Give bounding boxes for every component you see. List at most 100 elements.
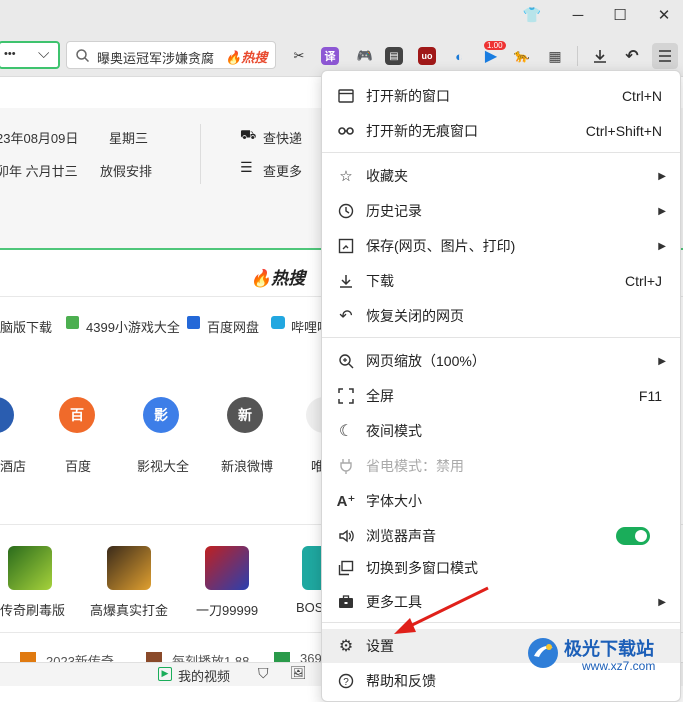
chevron-down-icon[interactable]: ⌵	[38, 45, 49, 62]
game-thumbnail[interactable]	[8, 546, 52, 590]
hot-search-heading[interactable]: 🔥热搜	[250, 264, 305, 289]
date-text: 23年08月09日	[0, 131, 79, 146]
minimize-button[interactable]: ─	[555, 0, 601, 30]
watermark-url: www.xz7.com	[582, 659, 656, 673]
app-label: 酒店	[0, 459, 27, 474]
browser-ext-icon[interactable]: ◐	[448, 45, 470, 67]
menu-item-new-window[interactable]: 打开新的窗口 Ctrl+N	[322, 79, 680, 113]
sound-toggle[interactable]	[616, 527, 650, 545]
menu-item-browser-sound[interactable]: 浏览器声音	[322, 519, 680, 553]
menu-item-power-save[interactable]: 省电模式：禁用	[322, 449, 680, 483]
game-icon[interactable]: 🎮	[354, 45, 376, 67]
weekday-text: 星期三	[109, 131, 149, 146]
hot-search-label: 🔥热搜	[225, 47, 267, 66]
game-label[interactable]: 一刀99999	[196, 600, 258, 619]
app-label: 百度	[65, 459, 92, 474]
express-icon: ⛟	[240, 127, 257, 142]
menu-item-label: 恢复关闭的网页	[366, 308, 464, 324]
search-icon	[76, 49, 89, 62]
menu-item-label: 打开新的无痕窗口	[366, 123, 478, 139]
menu-item-label: 省电模式：禁用	[366, 458, 464, 474]
submenu-arrow-icon: ▶	[658, 240, 666, 252]
menu-item-history[interactable]: 历史记录 ▶	[322, 194, 680, 228]
bilibili-icon	[271, 316, 285, 329]
game-thumbnail[interactable]	[107, 546, 151, 590]
menu-item-incognito[interactable]: 打开新的无痕窗口 Ctrl+Shift+N	[322, 114, 680, 148]
svg-text:?: ?	[343, 677, 349, 688]
download-icon[interactable]	[589, 45, 611, 67]
address-bar[interactable]: ••• ⌵	[0, 41, 60, 69]
moon-icon: ☾	[338, 423, 354, 440]
undo-icon[interactable]: ↶	[621, 45, 643, 67]
watermark-logo	[528, 638, 558, 668]
express-link[interactable]: 查快递	[263, 128, 302, 147]
address-dots: •••	[4, 48, 16, 60]
menu-item-label: 网页缩放（100%）	[366, 353, 486, 369]
app-icon[interactable]	[0, 397, 14, 433]
more-link[interactable]: 查更多	[263, 161, 302, 180]
menu-item-label: 全屏	[366, 388, 394, 404]
multi-window-icon	[337, 559, 355, 577]
reader-icon[interactable]: ▤	[385, 47, 403, 65]
menu-item-label: 字体大小	[366, 493, 422, 509]
video-icon: ▶	[158, 667, 172, 681]
menu-item-night-mode[interactable]: ☾ 夜间模式	[322, 414, 680, 448]
font-size-icon: A⁺	[336, 493, 356, 510]
game-label[interactable]: 传奇刷毒版	[0, 600, 65, 619]
pet-icon[interactable]: 🐆	[511, 45, 533, 67]
maximize-button[interactable]: ☐	[597, 0, 643, 30]
quick-link[interactable]: 百度网盘	[207, 317, 259, 336]
annotation-arrow	[394, 586, 489, 634]
hot-search-heading-text: 热搜	[271, 269, 306, 288]
quick-link[interactable]: 脑版下载	[0, 317, 52, 336]
apps-grid-icon[interactable]: ▦	[544, 45, 566, 67]
translate-icon[interactable]: 译	[321, 47, 339, 65]
menu-button[interactable]	[652, 43, 678, 69]
save-icon	[337, 237, 355, 255]
game-thumbnail[interactable]	[205, 546, 249, 590]
menu-item-more-tools[interactable]: 更多工具 ▶	[322, 585, 680, 619]
search-text: 曝奥运冠军涉嫌贪腐	[97, 51, 215, 66]
menu-item-restore-closed[interactable]: ↶ 恢复关闭的网页	[322, 299, 680, 333]
menu-item-label: 下载	[366, 273, 394, 289]
quick-link[interactable]: 4399小游戏大全	[86, 317, 180, 336]
close-button[interactable]: ✕	[641, 0, 683, 30]
app-icon[interactable]: 新	[227, 397, 263, 433]
menu-item-multi-window[interactable]: 切换到多窗口模式	[322, 551, 680, 585]
toolbar-divider	[577, 46, 578, 66]
game-label[interactable]: 高爆真实打金	[90, 600, 168, 619]
app-icon[interactable]: 百	[59, 397, 95, 433]
undo-icon: ↶	[339, 308, 353, 325]
menu-item-label: 浏览器声音	[366, 528, 436, 544]
submenu-arrow-icon: ▶	[658, 596, 666, 608]
app-label: 影视大全	[137, 459, 190, 474]
search-bar[interactable]: 曝奥运冠军涉嫌贪腐 🔥热搜	[66, 41, 276, 69]
holiday-link[interactable]: 放假安排	[100, 161, 152, 180]
watermark-brand: 极光下载站	[564, 639, 654, 659]
flame-icon: 🔥	[250, 269, 272, 288]
app-icon[interactable]: 影	[143, 397, 179, 433]
watermark: 极光下载站 www.xz7.com	[526, 632, 680, 680]
skin-icon[interactable]: 👕	[509, 0, 555, 30]
menu-item-favorites[interactable]: ☆ 收藏夹 ▶	[322, 159, 680, 193]
menu-item-font-size[interactable]: A⁺ 字体大小	[322, 484, 680, 518]
menu-item-shortcut: Ctrl+N	[621, 88, 662, 104]
menu-item-download[interactable]: 下载 Ctrl+J	[322, 264, 680, 298]
ublock-icon[interactable]: uo	[418, 47, 436, 65]
menu-item-label: 历史记录	[366, 203, 422, 219]
shield-icon[interactable]: ⛉	[258, 665, 269, 682]
image-icon[interactable]: 🖼	[290, 665, 307, 681]
game-label[interactable]: BOS	[296, 600, 323, 615]
hot-search-text: 热搜	[241, 50, 268, 65]
submenu-arrow-icon: ▶	[658, 355, 666, 367]
plug-icon	[337, 457, 355, 475]
scissors-icon[interactable]: ✂	[288, 45, 310, 67]
badge-count: 1.00	[484, 41, 506, 50]
title-bar: 👕 ─ ☐ ✕	[0, 0, 683, 36]
menu-item-save[interactable]: 保存(网页、图片、打印) ▶	[322, 229, 680, 263]
menu-item-zoom[interactable]: 网页缩放（100%） ▶	[322, 344, 680, 378]
my-video-link[interactable]: 我的视频	[178, 666, 230, 685]
menu-item-label: 切换到多窗口模式	[366, 560, 478, 576]
menu-item-fullscreen[interactable]: 全屏 F11	[322, 379, 680, 413]
menu-item-label: 帮助和反馈	[366, 673, 436, 689]
